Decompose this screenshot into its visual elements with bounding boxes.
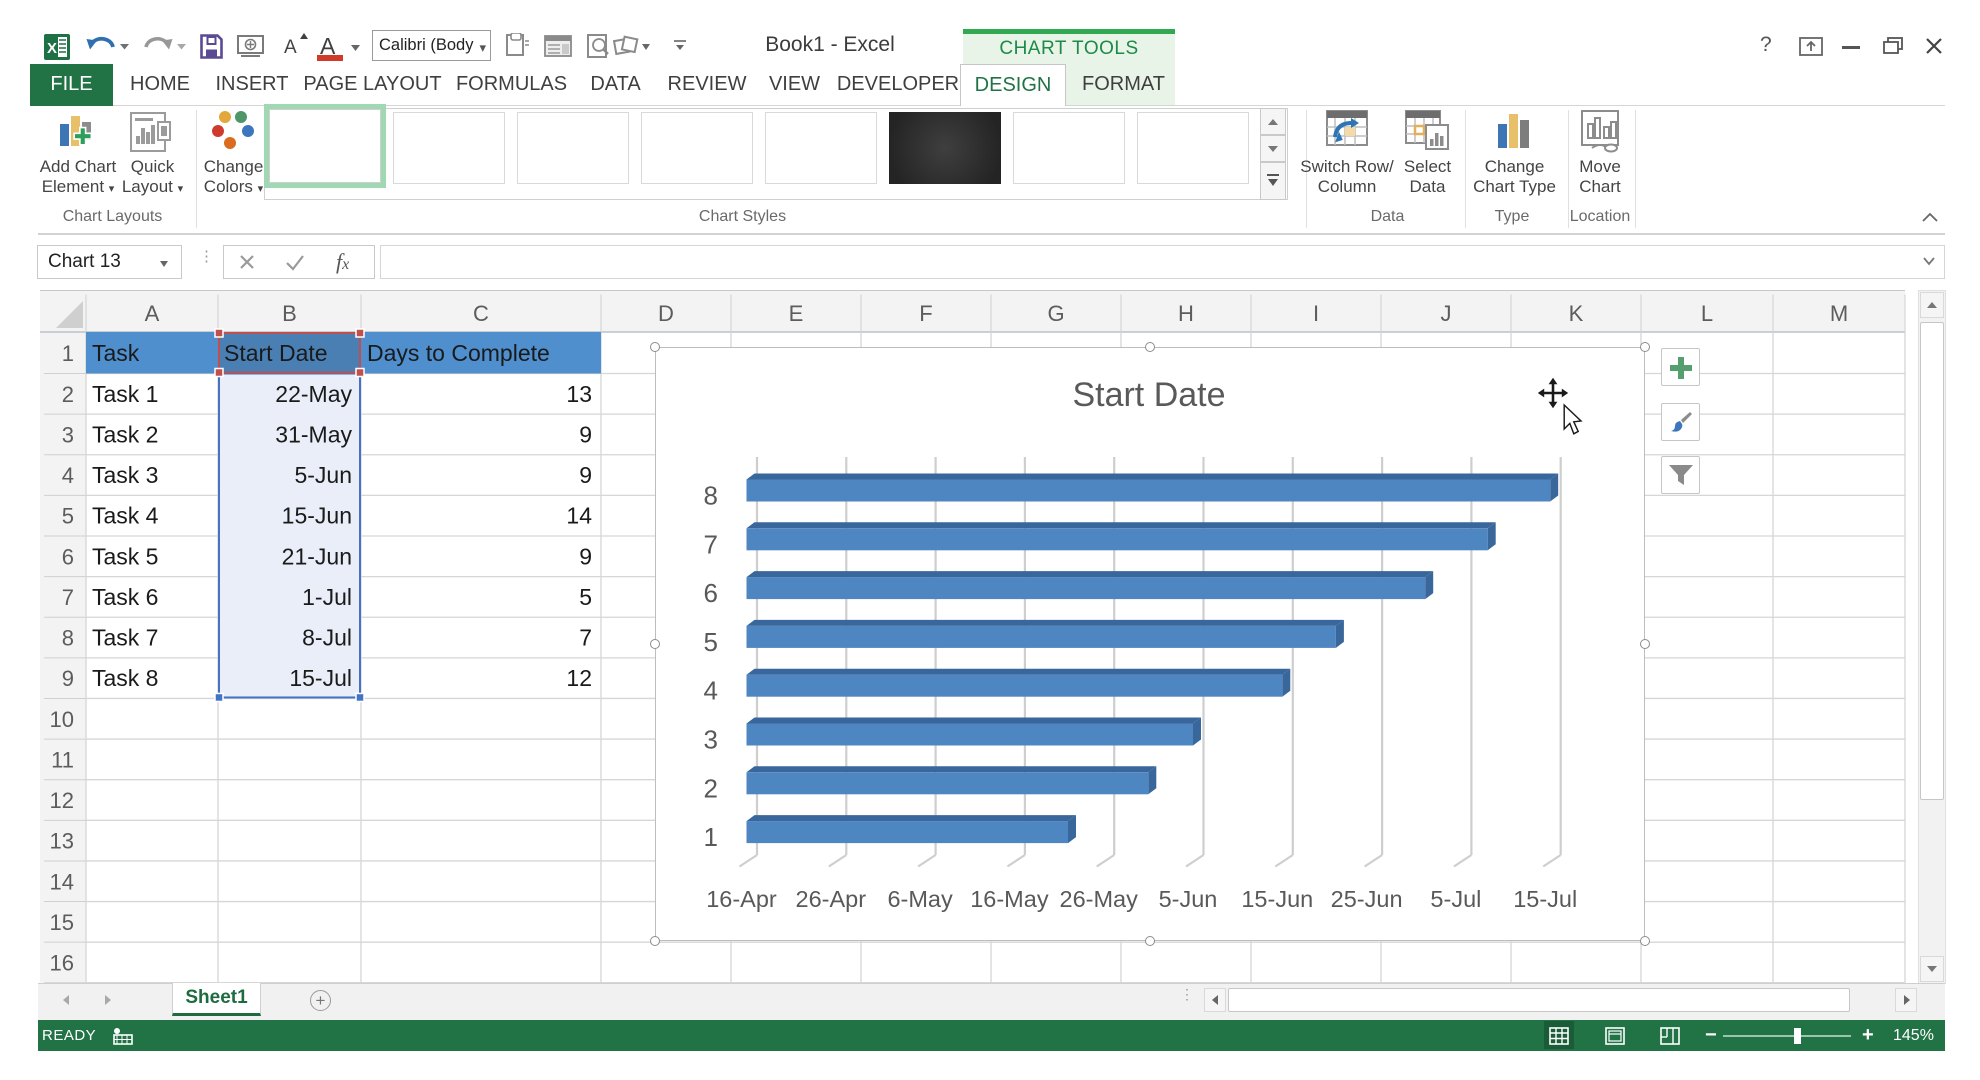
svg-text:9: 9	[579, 421, 592, 447]
svg-text:7: 7	[62, 585, 74, 610]
svg-text:16-May: 16-May	[970, 886, 1049, 912]
svg-text:25-Jun: 25-Jun	[1331, 886, 1403, 912]
svg-text:2: 2	[704, 773, 718, 803]
svg-text:15-Jun: 15-Jun	[282, 503, 352, 529]
svg-text:8: 8	[704, 481, 718, 511]
svg-text:D: D	[658, 301, 674, 326]
svg-text:14: 14	[50, 869, 74, 894]
svg-text:M: M	[1830, 301, 1848, 326]
svg-text:2: 2	[62, 382, 74, 407]
svg-text:22-May: 22-May	[275, 381, 352, 407]
svg-text:15-Jun: 15-Jun	[1241, 886, 1313, 912]
svg-text:26-May: 26-May	[1060, 886, 1139, 912]
svg-text:Task: Task	[92, 340, 140, 366]
svg-text:13: 13	[50, 829, 74, 854]
svg-text:11: 11	[51, 747, 74, 772]
svg-text:Start Date: Start Date	[224, 340, 328, 366]
svg-text:5: 5	[704, 627, 718, 657]
svg-text:F: F	[919, 301, 932, 326]
svg-text:15-Jul: 15-Jul	[1513, 886, 1577, 912]
svg-text:A: A	[145, 301, 160, 326]
svg-text:3: 3	[704, 725, 718, 755]
svg-text:3: 3	[62, 422, 74, 447]
svg-text:5: 5	[579, 584, 592, 610]
svg-text:9: 9	[62, 666, 74, 691]
svg-text:Task 2: Task 2	[92, 421, 158, 447]
svg-text:4: 4	[704, 676, 718, 706]
svg-text:5: 5	[62, 504, 74, 529]
svg-text:L: L	[1701, 301, 1713, 326]
svg-text:7: 7	[579, 625, 592, 651]
svg-text:4: 4	[62, 463, 74, 488]
svg-text:14: 14	[566, 503, 592, 529]
svg-text:1: 1	[704, 822, 718, 852]
svg-text:13: 13	[566, 381, 592, 407]
svg-text:1: 1	[62, 341, 74, 366]
svg-text:5-Jul: 5-Jul	[1430, 886, 1481, 912]
svg-text:10: 10	[50, 707, 74, 732]
svg-text:6: 6	[62, 544, 74, 569]
svg-text:Start Date: Start Date	[1072, 376, 1225, 414]
svg-text:Task 8: Task 8	[92, 665, 158, 691]
svg-text:1-Jul: 1-Jul	[302, 584, 352, 610]
svg-text:7: 7	[704, 529, 718, 559]
svg-text:31-May: 31-May	[275, 421, 352, 447]
svg-text:Task 7: Task 7	[92, 625, 158, 651]
svg-text:8: 8	[62, 626, 74, 651]
svg-text:G: G	[1047, 301, 1064, 326]
svg-text:J: J	[1441, 301, 1452, 326]
svg-text:Task 5: Task 5	[92, 543, 158, 569]
svg-text:9: 9	[579, 462, 592, 488]
svg-text:Task 3: Task 3	[92, 462, 158, 488]
svg-text:15: 15	[50, 910, 74, 935]
svg-text:6-May: 6-May	[887, 886, 953, 912]
svg-text:8-Jul: 8-Jul	[302, 625, 352, 651]
svg-text:5-Jun: 5-Jun	[294, 462, 352, 488]
svg-text:21-Jun: 21-Jun	[282, 543, 352, 569]
svg-text:H: H	[1178, 301, 1194, 326]
svg-text:C: C	[473, 301, 489, 326]
svg-text:I: I	[1313, 301, 1319, 326]
svg-text:Days to Complete: Days to Complete	[367, 340, 550, 366]
svg-text:Task 4: Task 4	[92, 503, 159, 529]
svg-text:12: 12	[566, 665, 592, 691]
svg-text:5-Jun: 5-Jun	[1159, 886, 1218, 912]
svg-text:B: B	[282, 301, 297, 326]
svg-text:16: 16	[50, 950, 74, 975]
svg-text:K: K	[1569, 301, 1584, 326]
svg-text:15-Jul: 15-Jul	[289, 665, 352, 691]
svg-text:6: 6	[704, 578, 718, 608]
svg-text:E: E	[789, 301, 804, 326]
svg-text:26-Apr: 26-Apr	[796, 886, 867, 912]
svg-text:9: 9	[579, 543, 592, 569]
svg-text:Task 1: Task 1	[92, 381, 158, 407]
svg-text:Task 6: Task 6	[92, 584, 158, 610]
svg-text:16-Apr: 16-Apr	[706, 886, 777, 912]
svg-text:12: 12	[50, 788, 74, 813]
